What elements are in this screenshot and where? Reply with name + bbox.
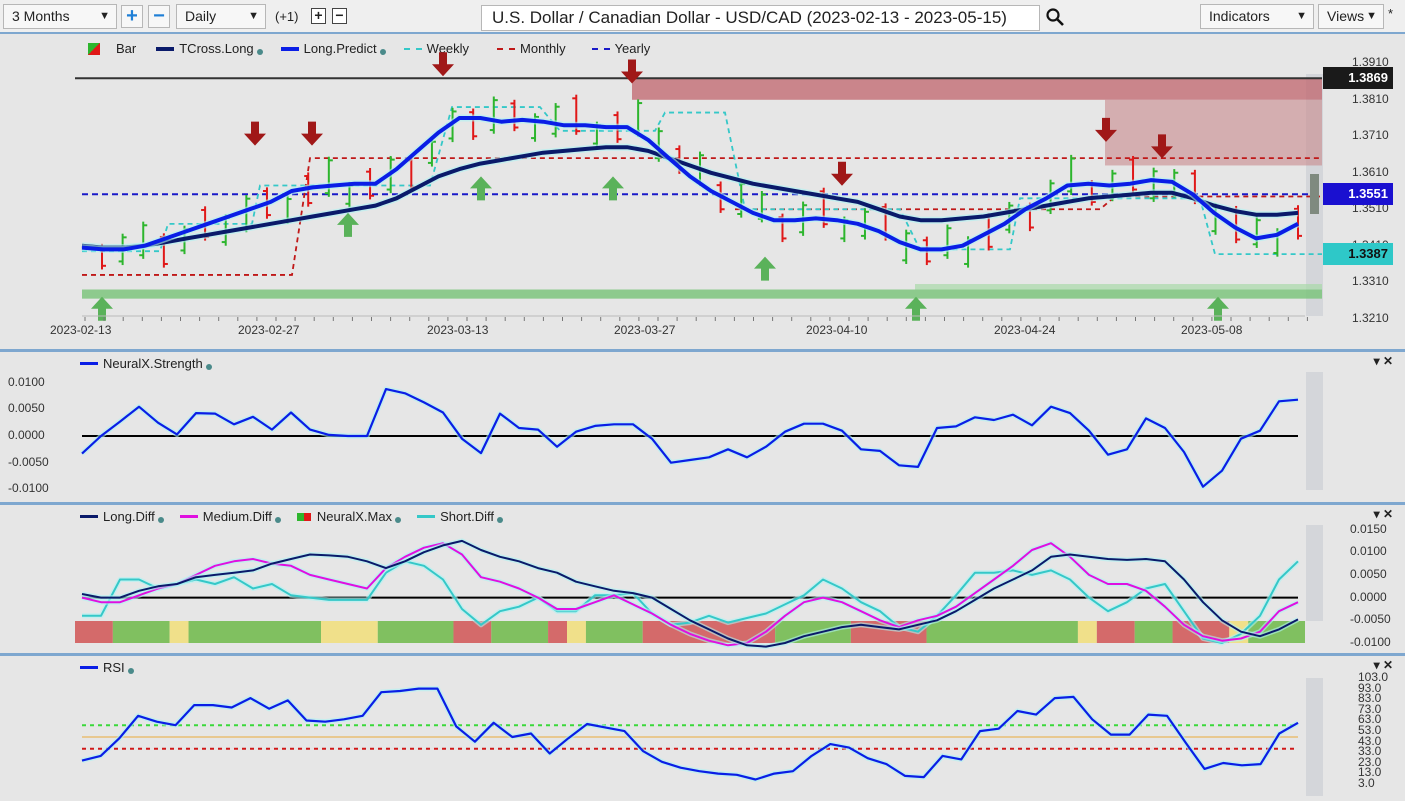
sell-arrow-icon <box>244 121 266 146</box>
neuralx-max-block <box>321 621 378 643</box>
indicators-label: Indicators <box>1209 8 1270 24</box>
chevron-down-icon: ▼ <box>248 10 259 22</box>
neuralx-max-block <box>188 621 321 643</box>
buy-arrow-icon <box>905 296 927 321</box>
instrument-title-input[interactable]: U.S. Dollar / Canadian Dollar - USD/CAD … <box>481 5 1040 31</box>
rsi-line <box>81 687 1299 781</box>
x-axis-label: 2023-04-10 <box>806 323 868 337</box>
price-tag-weekly: 1.3387 <box>1323 243 1393 266</box>
rsi-panel: RSI ▾ ✕ 103.0 93.0 83.0 73.0 63.0 53.0 43.0 33.… <box>0 656 1405 801</box>
price-tag-high: 1.3869 <box>1323 67 1393 90</box>
instrument-title: U.S. Dollar / Canadian Dollar - USD/CAD … <box>492 8 1007 27</box>
views-star: * <box>1388 6 1394 21</box>
buy-arrow-icon <box>602 176 624 201</box>
diff-chart <box>75 525 1323 650</box>
chevron-down-icon: ▼ <box>99 10 110 22</box>
views-dropdown[interactable]: Views ▼ <box>1318 4 1384 29</box>
sell-arrow-icon <box>301 121 323 146</box>
x-axis-label: 2023-05-08 <box>1181 323 1243 337</box>
y-axis-label: 1.3810 <box>1352 91 1389 106</box>
support-zone <box>82 289 1322 299</box>
price-panel: Bar TCross.Long Long.Predict Weekly Mont… <box>0 36 1405 350</box>
x-axis-label: 2023-03-27 <box>614 323 676 337</box>
strength-panel: NeuralX.Strength ▾ ✕ 0.0100 0.0050 0.0000-… <box>0 352 1405 502</box>
x-axis-label: 2023-03-13 <box>427 323 489 337</box>
y-axis-label: 0.0050 <box>8 401 45 416</box>
indicators-dropdown[interactable]: Indicators ▼ <box>1200 4 1314 29</box>
strength-chart <box>80 372 1323 490</box>
neuralx-max-block <box>548 621 567 643</box>
diff-scrollbar <box>1306 525 1323 621</box>
neuralx-max-block <box>112 621 170 643</box>
rsi-scrollbar <box>1306 678 1323 796</box>
neuralx-strength-line <box>81 387 1299 488</box>
neuralx-max-block <box>926 621 1078 643</box>
buy-arrow-icon <box>337 212 359 237</box>
y-axis-label: 1.3310 <box>1352 274 1389 289</box>
buy-arrow-icon <box>91 296 113 321</box>
resistance-zone <box>632 78 1322 100</box>
plus-icon: + <box>314 7 323 23</box>
sell-arrow-icon <box>831 161 853 186</box>
buy-arrow-icon <box>754 256 776 281</box>
resistance-zone-2 <box>1105 99 1322 166</box>
search-icon[interactable] <box>1045 7 1065 27</box>
y-axis-label: 0.0100 <box>1350 544 1387 559</box>
neuralx-max-block <box>585 621 643 643</box>
zoom-in-button[interactable]: + <box>121 5 143 28</box>
y-axis-label: -0.0100 <box>1350 635 1391 649</box>
toolbar: 3 Months ▼ + − Daily ▼ (+1) + − U.S. Dol… <box>0 0 1405 34</box>
period-value: 3 Months <box>12 8 70 24</box>
neuralx-max-block <box>75 621 113 643</box>
support-zone-2 <box>915 284 1322 290</box>
zoom-out-button[interactable]: − <box>148 5 170 28</box>
y-axis-label: 0.0000 <box>8 428 45 442</box>
neuralx-max-block <box>169 621 189 643</box>
sell-arrow-icon <box>432 52 454 77</box>
neuralx-max-block <box>377 621 454 643</box>
x-axis-label: 2023-04-24 <box>994 323 1056 337</box>
period-dropdown[interactable]: 3 Months ▼ <box>3 4 117 29</box>
last-bar-indicator <box>1310 174 1319 214</box>
offset-minus-button[interactable]: − <box>332 8 347 24</box>
neuralx-strength-line-glow <box>80 386 1299 490</box>
strength-scrollbar <box>1306 372 1323 490</box>
buy-arrow-icon <box>1207 296 1229 321</box>
interval-dropdown[interactable]: Daily ▼ <box>176 4 266 29</box>
x-axis-label: 2023-02-13 <box>50 323 112 337</box>
plus-icon: + <box>126 5 138 27</box>
neuralx-max-block <box>1096 621 1135 643</box>
y-axis-label: -0.0050 <box>8 454 49 469</box>
minus-icon: − <box>335 7 344 23</box>
x-axis-label: 2023-02-27 <box>238 323 300 337</box>
neuralx-max-block <box>1134 621 1173 643</box>
minus-icon: − <box>153 5 165 27</box>
chevron-down-icon: ▼ <box>1296 10 1307 22</box>
offset-label: (+1) <box>275 9 299 24</box>
neuralx-max-block <box>1077 621 1097 643</box>
price-chart[interactable] <box>0 36 1405 350</box>
diff-panel: Long.Diff Medium.Diff NeuralX.Max Short.… <box>0 505 1405 653</box>
chevron-down-icon: ▼ <box>1366 10 1377 22</box>
y-axis-label: -0.0100 <box>8 481 49 496</box>
neuralx-max-block <box>567 621 586 643</box>
interval-value: Daily <box>185 8 217 24</box>
y-axis-label: 0.0000 <box>1350 589 1387 604</box>
rsi-chart <box>81 678 1323 796</box>
y-axis-label: 1.3210 <box>1352 310 1389 325</box>
y-axis-label: 3.0 <box>1358 776 1375 790</box>
y-axis-label: 0.0150 <box>1350 521 1387 536</box>
y-axis-label: 1.3610 <box>1352 164 1389 179</box>
views-label: Views <box>1327 8 1365 24</box>
y-axis-label: 0.0100 <box>8 374 45 389</box>
y-axis-label: 1.3710 <box>1352 128 1389 143</box>
neuralx-max-block <box>491 621 549 643</box>
y-axis-label: 0.0050 <box>1350 566 1387 581</box>
buy-arrow-icon <box>470 176 492 201</box>
offset-plus-button[interactable]: + <box>311 8 326 24</box>
y-axis-label: -0.0050 <box>1350 612 1391 627</box>
price-tag-last: 1.3551 <box>1323 183 1393 206</box>
